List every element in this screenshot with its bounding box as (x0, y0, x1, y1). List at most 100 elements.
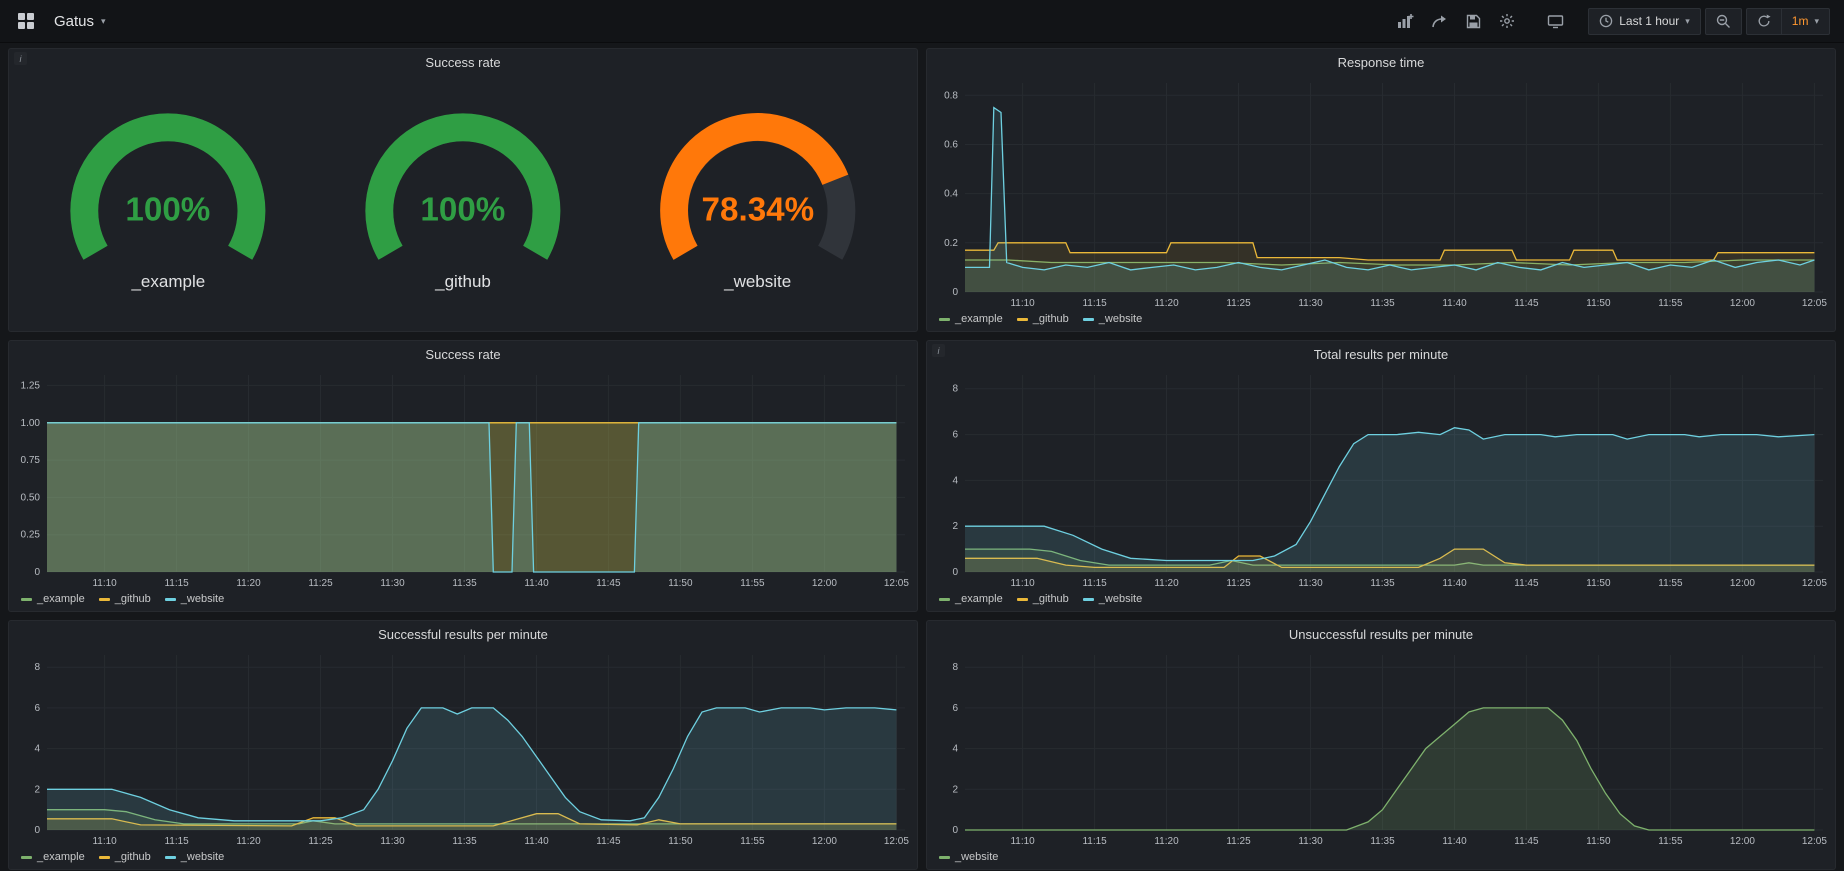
svg-text:1.00: 1.00 (21, 418, 41, 429)
gauge-value: 100% (126, 192, 211, 229)
legend-item[interactable]: _github (1017, 593, 1069, 605)
svg-text:11:45: 11:45 (1514, 578, 1539, 589)
gauge-label: _example (131, 272, 205, 292)
svg-text:11:10: 11:10 (1010, 298, 1035, 309)
zoom-out-button[interactable] (1705, 8, 1742, 35)
chart-svg[interactable]: 00.20.40.60.811:1011:1511:2011:2511:3011… (927, 75, 1835, 312)
svg-text:11:40: 11:40 (1442, 578, 1467, 589)
refresh-icon (1757, 14, 1771, 28)
legend-label: _example (37, 593, 85, 605)
panel-response-time: Response time 00.20.40.60.811:1011:1511:… (926, 48, 1836, 332)
panel-title: Success rate (425, 347, 500, 362)
svg-text:11:50: 11:50 (1586, 578, 1611, 589)
response-time-chart: 00.20.40.60.811:1011:1511:2011:2511:3011… (927, 75, 1835, 312)
save-button[interactable] (1458, 8, 1488, 34)
legend-swatch-icon (99, 856, 110, 859)
legend-label: _website (181, 851, 224, 863)
chart-svg[interactable]: 0246811:1011:1511:2011:2511:3011:3511:40… (927, 367, 1835, 592)
settings-button[interactable] (1492, 8, 1522, 34)
legend-item[interactable]: _website (939, 851, 998, 863)
svg-text:8: 8 (952, 662, 958, 673)
svg-text:11:15: 11:15 (1082, 298, 1107, 309)
chart-legend: _example _github _website (927, 592, 1835, 611)
panel-header[interactable]: Response time (927, 49, 1835, 75)
svg-text:11:55: 11:55 (1658, 836, 1683, 847)
legend-item[interactable]: _example (939, 313, 1003, 325)
refresh-button[interactable] (1746, 8, 1781, 35)
svg-text:11:55: 11:55 (1658, 298, 1683, 309)
svg-text:0.4: 0.4 (944, 189, 958, 200)
legend-swatch-icon (1017, 318, 1028, 321)
svg-text:11:20: 11:20 (1154, 578, 1179, 589)
gauge-group: 100% _example 100% _github 78.34%_website (9, 75, 917, 331)
svg-text:11:55: 11:55 (740, 578, 765, 589)
panel-success-rate-gauges: i Success rate 100% _example 100% _github 78… (8, 48, 918, 332)
svg-text:12:00: 12:00 (1730, 578, 1755, 589)
panel-successful-results: Successful results per minute 0246811:10… (8, 620, 918, 870)
legend-label: _github (115, 593, 151, 605)
time-range-button[interactable]: Last 1 hour ▾ (1588, 8, 1701, 35)
tv-mode-button[interactable] (1540, 8, 1570, 34)
legend-item[interactable]: _example (21, 593, 85, 605)
svg-text:12:05: 12:05 (1802, 836, 1827, 847)
legend-item[interactable]: _github (1017, 313, 1069, 325)
svg-text:12:00: 12:00 (1730, 836, 1755, 847)
panel-header[interactable]: i Success rate (9, 49, 917, 75)
dashboard-title-button[interactable]: Gatus ▾ (48, 12, 112, 31)
legend-item[interactable]: _example (21, 851, 85, 863)
svg-text:11:25: 11:25 (308, 578, 333, 589)
clock-icon (1599, 14, 1613, 28)
legend-swatch-icon (1083, 318, 1094, 321)
chart-svg[interactable]: 0246811:1011:1511:2011:2511:3011:3511:40… (9, 647, 917, 850)
panel-success-rate-graph: Success rate 00.250.500.751.001.2511:101… (8, 340, 918, 612)
legend-item[interactable]: _github (99, 851, 151, 863)
chart-svg[interactable]: 00.250.500.751.001.2511:1011:1511:2011:2… (9, 367, 917, 592)
share-button[interactable] (1424, 8, 1454, 34)
svg-text:12:05: 12:05 (1802, 578, 1827, 589)
svg-text:11:15: 11:15 (1082, 836, 1107, 847)
panel-header[interactable]: Unsuccessful results per minute (927, 621, 1835, 647)
svg-text:12:00: 12:00 (812, 836, 837, 847)
legend-item[interactable]: _github (99, 593, 151, 605)
chart-svg[interactable]: 0246811:1011:1511:2011:2511:3011:3511:40… (927, 647, 1835, 850)
svg-text:11:45: 11:45 (596, 578, 621, 589)
legend-swatch-icon (165, 598, 176, 601)
legend-swatch-icon (21, 598, 32, 601)
svg-text:0: 0 (952, 825, 958, 836)
gauge-arc-svg: 100% (345, 106, 581, 269)
svg-text:11:10: 11:10 (1010, 578, 1035, 589)
panel-info-icon[interactable]: i (14, 52, 27, 65)
panel-header[interactable]: Success rate (9, 341, 917, 367)
share-icon (1431, 14, 1447, 29)
add-panel-button[interactable] (1390, 8, 1420, 34)
svg-text:11:50: 11:50 (1586, 298, 1611, 309)
legend-item[interactable]: _website (1083, 313, 1142, 325)
navbar-tools: Last 1 hour ▾ 1m ▾ (1390, 8, 1830, 35)
legend-label: _example (955, 593, 1003, 605)
legend-item[interactable]: _website (165, 851, 224, 863)
gauge-_website: 78.34%_website (610, 77, 905, 321)
svg-text:11:35: 11:35 (1370, 298, 1395, 309)
gauge-label: _github (435, 272, 491, 292)
successful-results-chart: 0246811:1011:1511:2011:2511:3011:3511:40… (9, 647, 917, 850)
panel-header[interactable]: i Total results per minute (927, 341, 1835, 367)
legend-swatch-icon (165, 856, 176, 859)
grid-logo-icon[interactable] (14, 9, 38, 33)
legend-item[interactable]: _website (1083, 593, 1142, 605)
gauge-value: 100% (421, 192, 506, 229)
legend-item[interactable]: _website (165, 593, 224, 605)
panel-info-icon[interactable]: i (932, 344, 945, 357)
svg-text:11:55: 11:55 (740, 836, 765, 847)
panel-header[interactable]: Successful results per minute (9, 621, 917, 647)
svg-text:12:05: 12:05 (884, 578, 909, 589)
navbar: Gatus ▾ (0, 0, 1844, 42)
svg-text:2: 2 (952, 784, 958, 795)
svg-text:11:30: 11:30 (380, 578, 405, 589)
svg-text:11:25: 11:25 (1226, 578, 1251, 589)
svg-text:6: 6 (34, 703, 40, 714)
refresh-interval-button[interactable]: 1m ▾ (1781, 8, 1830, 35)
legend-item[interactable]: _example (939, 593, 1003, 605)
svg-text:4: 4 (34, 744, 40, 755)
svg-text:11:40: 11:40 (524, 836, 549, 847)
chevron-down-icon: ▾ (1814, 17, 1819, 26)
